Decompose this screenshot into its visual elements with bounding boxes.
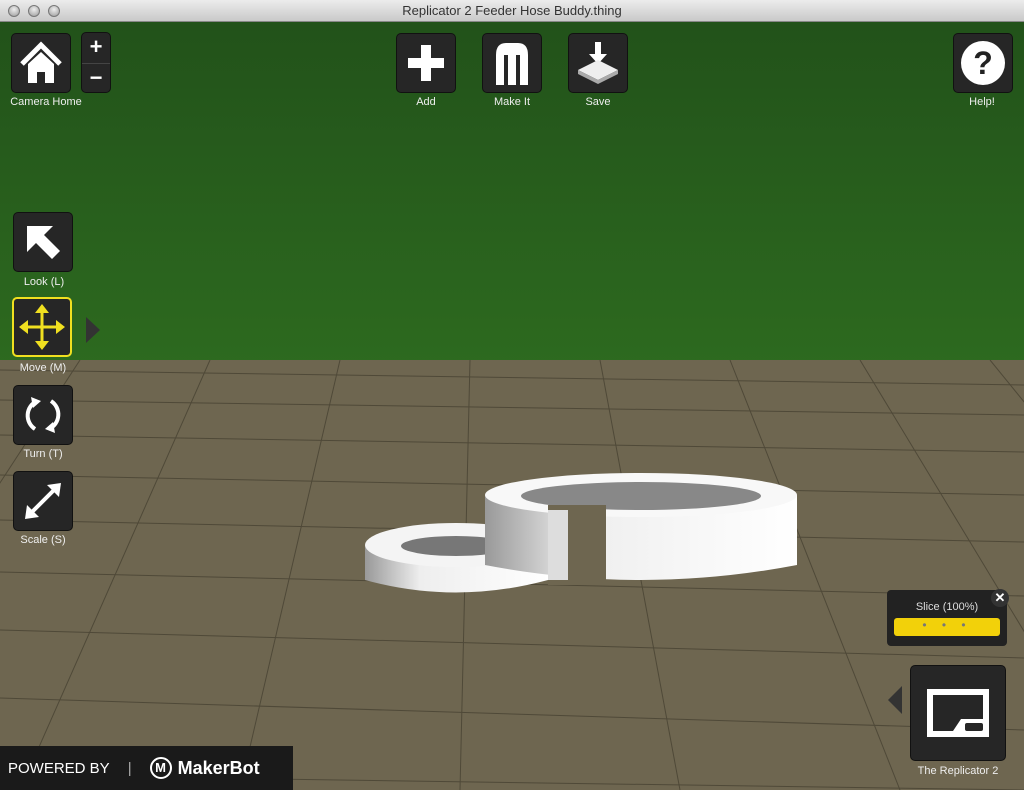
powered-by-banner: POWERED BY | M MakerBot — [0, 746, 293, 790]
help-button[interactable]: ? — [953, 33, 1013, 93]
look-label: Look (L) — [23, 276, 65, 288]
add-button[interactable] — [396, 33, 456, 93]
zoom-out-button[interactable]: − — [82, 63, 110, 93]
printer-panel-expand-icon[interactable] — [887, 685, 903, 715]
3d-model[interactable] — [360, 470, 805, 600]
minimize-window-button[interactable] — [28, 5, 40, 17]
printer-select-button[interactable] — [910, 665, 1006, 761]
move-arrows-icon — [19, 304, 65, 350]
window-title: Replicator 2 Feeder Hose Buddy.thing — [402, 3, 622, 18]
title-bar: Replicator 2 Feeder Hose Buddy.thing — [0, 0, 1024, 22]
zoom-in-button[interactable]: + — [82, 33, 110, 63]
move-label: Move (M) — [19, 362, 67, 374]
plus-icon — [408, 45, 444, 81]
make-it-label: Make It — [493, 96, 531, 108]
make-it-button[interactable] — [482, 33, 542, 93]
move-options-arrow-icon[interactable] — [85, 316, 101, 344]
close-window-button[interactable] — [8, 5, 20, 17]
look-tool-button[interactable] — [13, 212, 73, 272]
scale-arrows-icon — [25, 483, 61, 519]
turn-label: Turn (T) — [23, 448, 63, 460]
camera-home-label: Camera Home — [10, 96, 82, 108]
zoom-control: + − — [81, 32, 111, 93]
zoom-window-button[interactable] — [48, 5, 60, 17]
save-to-drive-icon — [578, 42, 618, 84]
scale-label: Scale (S) — [20, 534, 66, 546]
add-label: Add — [416, 96, 436, 108]
slice-progress-dots: • • • — [922, 618, 972, 632]
makerbot-m-icon — [496, 43, 528, 85]
scale-tool-button[interactable] — [13, 471, 73, 531]
makerbot-brand: MakerBot — [177, 757, 260, 778]
turn-tool-button[interactable] — [13, 385, 73, 445]
printer-icon — [927, 689, 989, 737]
pointer-arrow-icon — [27, 226, 60, 259]
help-label: Help! — [969, 96, 995, 108]
help-icon: ? — [961, 41, 1005, 85]
move-tool-button[interactable] — [12, 297, 72, 357]
slice-label: Slice (100%) — [915, 601, 979, 613]
rotate-icon — [25, 397, 61, 433]
save-label: Save — [585, 96, 611, 108]
slice-progress-panel: Slice (100%) • • • ✕ — [887, 589, 1009, 646]
camera-home-button[interactable] — [11, 33, 71, 93]
makerbot-logo-icon: M — [149, 757, 172, 779]
home-icon — [20, 41, 62, 83]
cancel-slice-button[interactable]: ✕ — [991, 589, 1009, 607]
powered-by-text: POWERED BY — [8, 759, 110, 777]
slice-progress-bar: • • • — [894, 618, 1000, 636]
printer-label: The Replicator 2 — [917, 765, 999, 777]
save-button[interactable] — [568, 33, 628, 93]
